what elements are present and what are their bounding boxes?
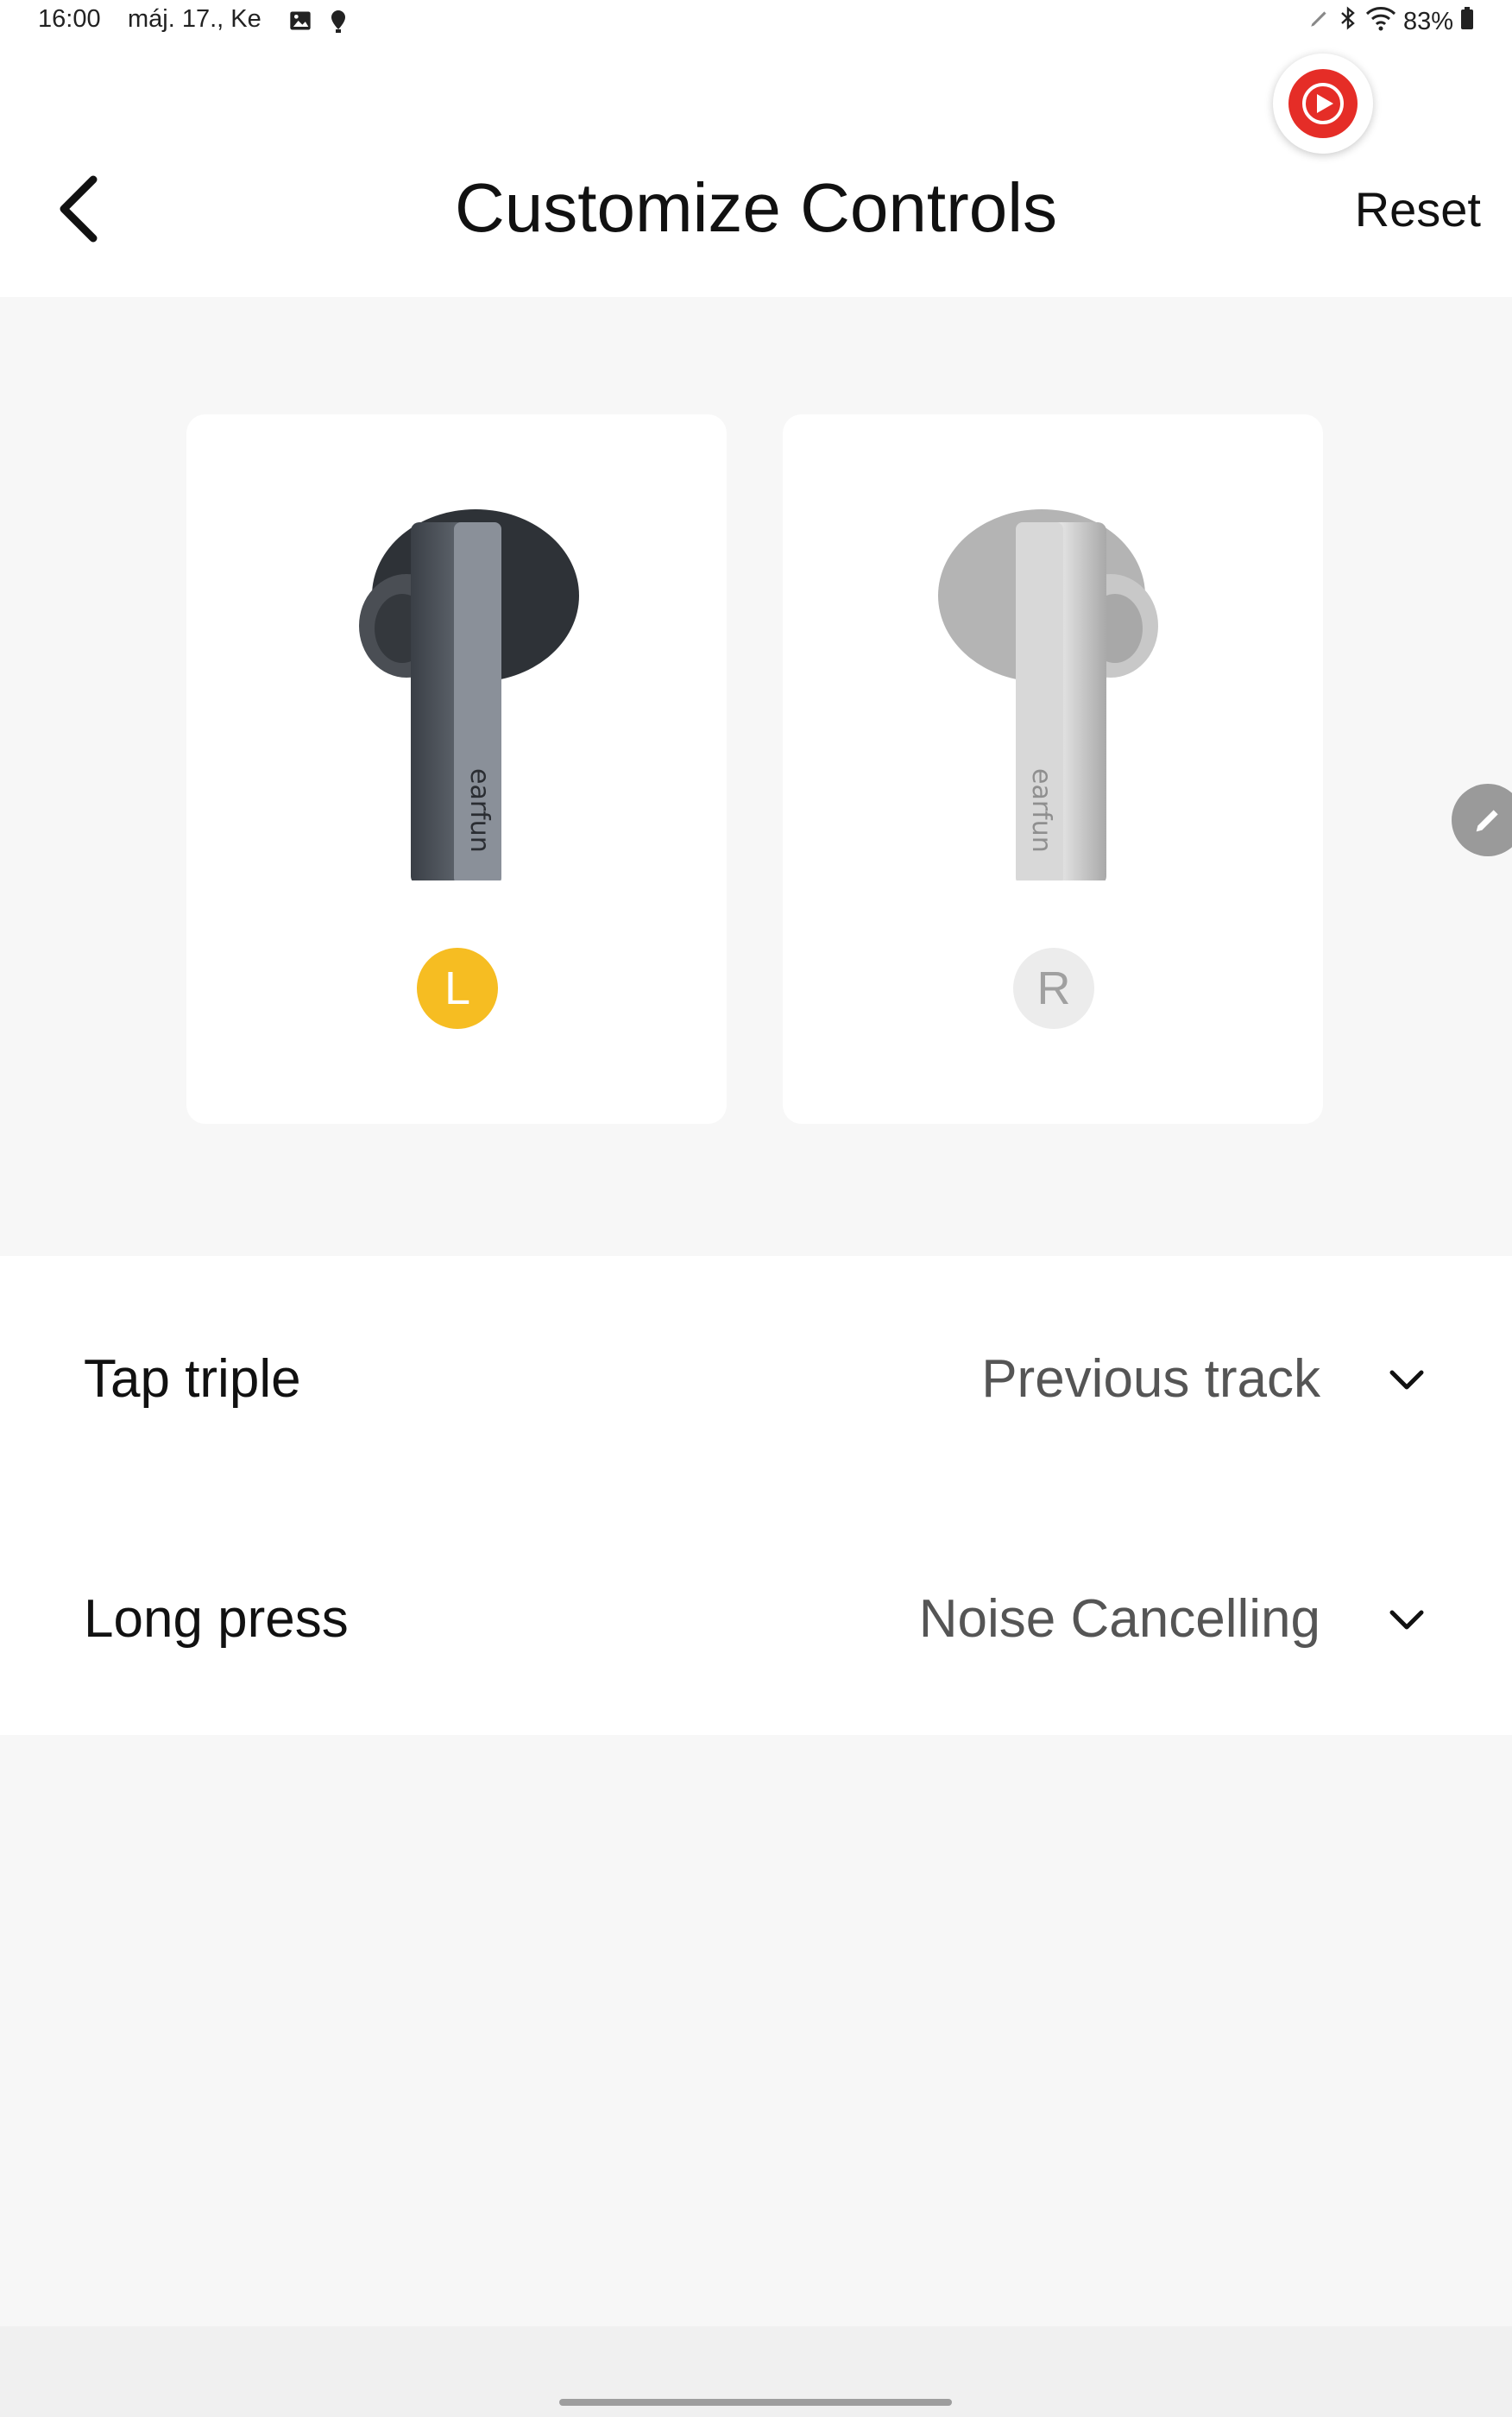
battery-icon [1460,6,1474,37]
battery-percent: 83% [1402,7,1453,35]
earbud-card-left[interactable]: earfun L [186,414,727,1124]
control-value-dropdown[interactable]: Noise Cancelling [919,1588,1320,1650]
control-row-tap-triple[interactable]: Tap triple Previous track [0,1314,1512,1443]
home-indicator[interactable] [559,2399,952,2406]
youtube-music-icon [1288,69,1358,138]
left-badge: L [417,948,498,1029]
control-label: Long press [84,1589,349,1649]
bluetooth-icon [1338,5,1358,38]
chevron-down-icon[interactable] [1385,1359,1428,1402]
status-time: 16:00 [38,5,101,33]
pen-icon [1308,7,1331,36]
reset-button[interactable]: Reset [1355,181,1481,237]
control-label: Tap triple [84,1349,301,1409]
earbud-card-right[interactable]: earfun R [783,414,1323,1124]
control-row-long-press[interactable]: Long press Noise Cancelling [0,1554,1512,1683]
status-bar: 16:00 máj. 17., Ke 83% [0,0,1512,45]
wifi-icon [1365,5,1396,38]
youtube-music-floating-button[interactable] [1273,54,1373,154]
right-earbud-image: earfun [938,509,1158,880]
control-value-dropdown[interactable]: Previous track [981,1348,1320,1410]
left-bud-brand: earfun [464,768,495,853]
status-date: máj. 17., Ke [128,5,261,33]
location-icon [328,9,349,39]
pencil-icon [1476,810,1498,832]
right-badge: R [1013,948,1094,1029]
page-title: Customize Controls [454,169,1057,246]
edit-floating-button[interactable] [1452,784,1512,856]
right-bud-brand: earfun [1026,768,1056,853]
chevron-down-icon[interactable] [1385,1599,1428,1642]
image-icon [288,9,312,37]
left-earbud-image: earfun [359,509,579,880]
status-indicators: 83% [1308,5,1474,38]
